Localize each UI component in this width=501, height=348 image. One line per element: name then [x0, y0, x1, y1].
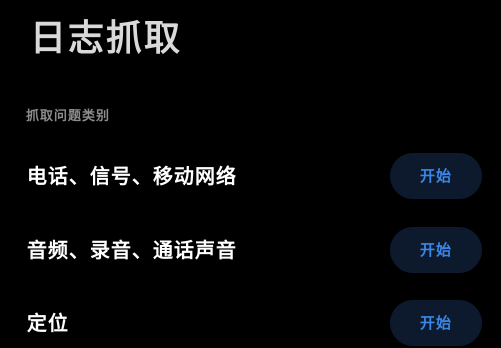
category-row-phone-signal-network: 电话、信号、移动网络 开始 — [0, 153, 501, 199]
start-button-phone-signal-network[interactable]: 开始 — [390, 153, 482, 199]
category-row-location: 定位 开始 — [0, 300, 501, 346]
category-label-location: 定位 — [27, 311, 69, 335]
section-label: 抓取问题类别 — [26, 109, 111, 124]
start-button-audio-recording-call[interactable]: 开始 — [390, 227, 482, 273]
start-button-location[interactable]: 开始 — [390, 300, 482, 346]
page-title: 日志抓取 — [30, 18, 183, 59]
category-label-audio-recording-call: 音频、录音、通话声音 — [27, 238, 237, 262]
category-row-audio-recording-call: 音频、录音、通话声音 开始 — [0, 227, 501, 273]
category-label-phone-signal-network: 电话、信号、移动网络 — [27, 164, 237, 188]
